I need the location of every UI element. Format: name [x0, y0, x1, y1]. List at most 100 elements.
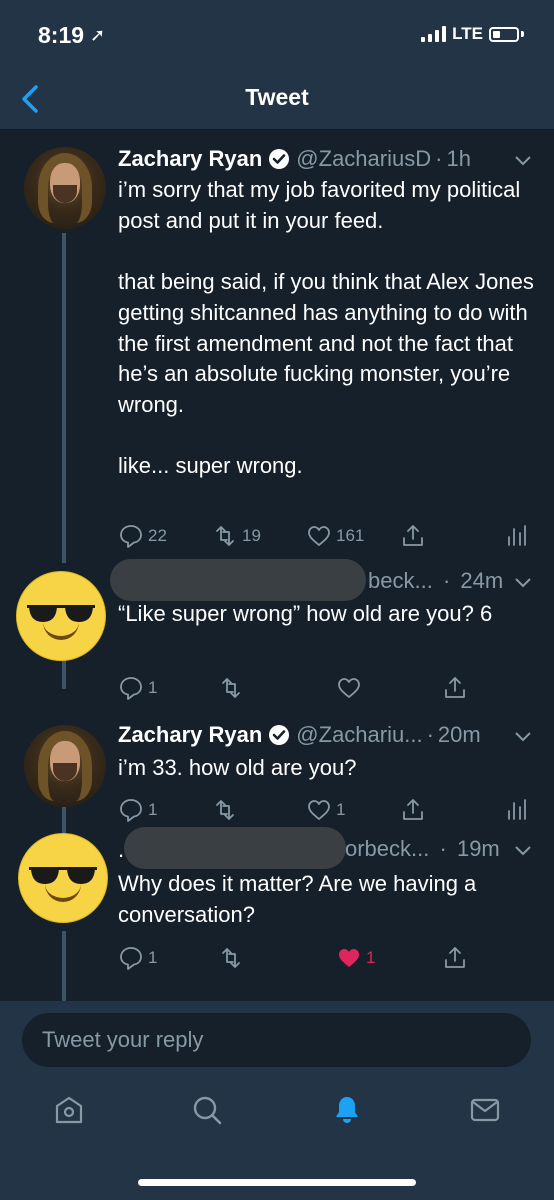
tweet-text: “Like super wrong” how old are you? 6	[118, 601, 493, 626]
share-button[interactable]	[442, 945, 468, 971]
reply-count: 1	[148, 948, 158, 967]
avatar[interactable]	[24, 147, 106, 229]
reply-icon	[120, 947, 142, 970]
tweet-actions: 1	[118, 675, 538, 705]
page-title: Tweet	[245, 84, 309, 110]
retweet-button[interactable]	[218, 675, 244, 701]
share-icon	[403, 799, 423, 820]
reply-icon	[120, 799, 142, 822]
display-name[interactable]: Zachary Ryan	[118, 146, 262, 172]
like-button[interactable]: 1	[306, 797, 345, 823]
retweet-icon	[216, 526, 234, 546]
tweet-time: 19m	[456, 836, 500, 861]
heart-icon	[308, 800, 330, 820]
retweet-icon	[222, 678, 240, 698]
chevron-down-icon[interactable]	[514, 731, 532, 743]
battery-cap	[521, 31, 524, 37]
tweet-header: Zachary Ryan @Zachariu... · 20m	[118, 722, 481, 748]
notifications-icon[interactable]	[330, 1093, 364, 1127]
user-handle: beck...	[368, 568, 433, 593]
retweet-icon	[222, 948, 240, 968]
chevron-down-icon[interactable]	[514, 845, 532, 857]
retweet-button[interactable]: 19	[212, 523, 261, 549]
tweet[interactable]: Zachary Ryan @ZachariusD · 1h i’m sorry …	[0, 131, 554, 566]
redacted-name	[110, 559, 366, 601]
tweet[interactable]: beck... · 24m “Like super wrong” how old…	[0, 559, 554, 711]
search-icon[interactable]	[190, 1093, 224, 1127]
tweet-header: orbeck... · 19m	[345, 836, 500, 861]
verified-badge-icon	[269, 725, 290, 745]
bottom-bar	[0, 1001, 554, 1200]
tweet[interactable]: Zachary Ryan @Zachariu... · 20m i’m 33. …	[0, 711, 554, 831]
display-name[interactable]: Zachary Ryan	[118, 722, 262, 748]
reply-button[interactable]: 1	[118, 675, 157, 701]
user-handle: @Zachariu...	[296, 722, 423, 747]
like-button[interactable]: 161	[306, 523, 364, 549]
avatar[interactable]	[18, 833, 108, 923]
like-button[interactable]	[336, 675, 362, 701]
retweet-count: 19	[242, 526, 261, 545]
status-bar: 8:19 ➚ LTE	[0, 0, 554, 68]
reply-icon	[120, 525, 142, 548]
retweet-button[interactable]	[218, 945, 244, 971]
reply-count: 1	[148, 800, 158, 819]
tweet-actions: 1 1	[118, 797, 538, 827]
user-handle: orbeck...	[345, 836, 430, 861]
tweet-time: 24m	[460, 568, 504, 593]
avatar[interactable]	[16, 571, 106, 661]
network-label: LTE	[452, 24, 483, 43]
reply-count: 1	[148, 678, 158, 697]
like-button[interactable]: 1	[336, 945, 375, 971]
share-icon	[445, 947, 465, 968]
sunglasses-emoji-icon	[27, 605, 95, 622]
like-count: 161	[336, 526, 365, 545]
avatar[interactable]	[24, 725, 106, 807]
messages-icon[interactable]	[468, 1093, 502, 1127]
heart-filled-icon	[339, 949, 359, 967]
conversation-thread: Zachary Ryan @ZachariusD · 1h i’m sorry …	[0, 131, 554, 1001]
tweet-text: i’m 33. how old are you?	[118, 755, 357, 780]
analytics-button[interactable]	[504, 797, 530, 823]
tweet-header: beck... · 24m	[368, 568, 504, 593]
tweet-actions: 1 1	[118, 945, 538, 975]
sunglasses-emoji-icon	[29, 867, 97, 884]
reply-count: 22	[148, 526, 167, 545]
share-button[interactable]	[400, 523, 426, 549]
tweet-time: 1h	[446, 146, 471, 171]
reply-button[interactable]: 1	[118, 797, 157, 823]
reply-icon	[120, 677, 142, 700]
share-button[interactable]	[442, 675, 468, 701]
tab-bar	[0, 1093, 554, 1137]
like-count: 1	[336, 800, 346, 819]
analytics-button[interactable]	[504, 523, 530, 549]
reply-button[interactable]: 22	[118, 523, 167, 549]
chevron-down-icon[interactable]	[514, 577, 532, 589]
status-indicators: LTE	[421, 24, 524, 44]
signal-icon	[421, 26, 447, 42]
like-count: 1	[366, 948, 376, 967]
retweet-icon	[216, 800, 234, 820]
reply-button[interactable]: 1	[118, 945, 157, 971]
emoji-smile	[45, 884, 81, 902]
retweet-button[interactable]	[212, 797, 238, 823]
home-icon[interactable]	[52, 1093, 86, 1127]
user-handle: @ZachariusD	[296, 146, 432, 171]
battery-icon	[489, 26, 519, 42]
verified-badge-icon	[269, 149, 290, 169]
analytics-icon	[508, 799, 526, 820]
reply-input[interactable]	[22, 1013, 531, 1067]
tweet[interactable]: . orbeck... · 19m Why does it matter? Ar…	[0, 827, 554, 1001]
chevron-down-icon[interactable]	[514, 155, 532, 167]
redacted-name	[124, 827, 346, 869]
tweet-text: Why does it matter? Are we having a conv…	[118, 871, 483, 927]
heart-icon	[338, 678, 360, 698]
tweet-text: i’m sorry that my job favorited my polit…	[118, 177, 534, 479]
share-icon	[403, 525, 423, 546]
tweet-time: 20m	[437, 722, 481, 747]
heart-icon	[308, 526, 330, 546]
share-button[interactable]	[400, 797, 426, 823]
navigation-bar: Tweet	[0, 68, 554, 130]
tweet-actions: 22 19 161	[118, 523, 538, 553]
status-time: 8:19	[38, 22, 85, 48]
location-arrow-icon: ➚	[90, 25, 106, 45]
